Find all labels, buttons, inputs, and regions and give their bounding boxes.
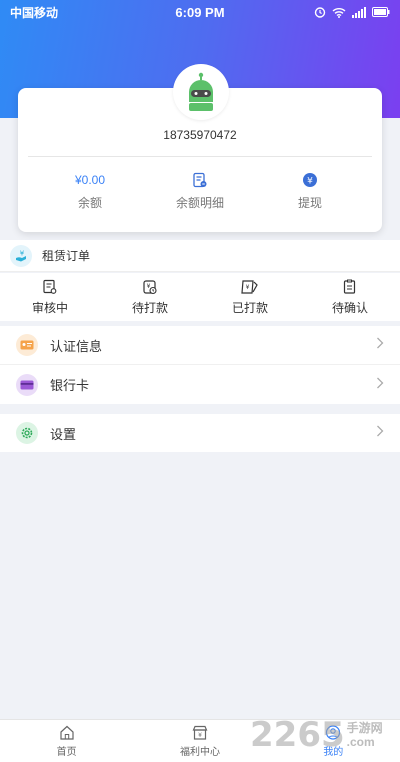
- chevron-right-icon: [376, 376, 384, 394]
- user-icon: [326, 724, 341, 740]
- pending-payment-icon: ¥: [143, 279, 157, 294]
- tab-label: 我的: [323, 746, 344, 758]
- status-label: 已打款: [231, 300, 268, 315]
- status-label: 待确认: [331, 300, 368, 315]
- bank-card-icon-wrap: [16, 373, 38, 396]
- id-card-icon-wrap: [16, 334, 38, 356]
- bank-card-icon: [20, 380, 34, 389]
- status-time: 6:09 PM: [175, 4, 225, 20]
- menu-item-bank-card[interactable]: 银行卡: [0, 365, 400, 404]
- menu-label: 银行卡: [50, 378, 90, 393]
- status-paid[interactable]: ¥ 已打款: [200, 273, 300, 321]
- tab-welfare-center[interactable]: ¥ 福利中心: [133, 720, 266, 762]
- card-divider: [28, 156, 372, 157]
- withdraw-item[interactable]: ¥ 提现: [255, 172, 365, 211]
- tab-label: 福利中心: [179, 746, 220, 758]
- gear-icon: [21, 427, 33, 439]
- chevron-right-icon: [376, 336, 384, 354]
- settings-section: 设置: [0, 414, 400, 452]
- status-reviewing[interactable]: 审核中: [0, 273, 100, 321]
- withdraw-label: 提现: [297, 196, 322, 210]
- gear-icon-wrap: [16, 422, 38, 444]
- robot-avatar-icon: [189, 72, 213, 111]
- phone-number: 18735970472: [163, 128, 237, 142]
- avatar[interactable]: [173, 64, 229, 120]
- home-icon: [60, 725, 74, 740]
- order-status-row: 审核中 ¥ 待打款 ¥ 已打款 待确认: [0, 273, 400, 321]
- status-pending-payment[interactable]: ¥ 待打款: [100, 273, 200, 321]
- withdraw-icon: ¥: [303, 173, 317, 187]
- paid-icon: ¥: [241, 279, 258, 294]
- tab-home[interactable]: 首页: [0, 720, 133, 762]
- svg-text:¥: ¥: [20, 249, 25, 257]
- svg-text:¥: ¥: [147, 283, 151, 290]
- balance-detail-icon: [193, 172, 207, 188]
- rental-orders-header[interactable]: ¥ 租赁订单: [0, 240, 400, 272]
- status-to-confirm[interactable]: 待确认: [300, 273, 400, 321]
- balance-detail-item[interactable]: 余额明细: [145, 172, 255, 211]
- svg-text:¥: ¥: [246, 284, 250, 291]
- balance-item[interactable]: ¥0.00 余额: [35, 172, 145, 211]
- review-icon: [43, 279, 57, 294]
- svg-text:¥: ¥: [198, 732, 202, 739]
- tab-label: 首页: [56, 746, 77, 758]
- rental-orders-title: 租赁订单: [42, 249, 91, 263]
- rental-order-icon: ¥: [16, 249, 26, 261]
- balance-value: ¥0.00: [74, 173, 106, 187]
- id-card-icon: [20, 340, 34, 350]
- rental-icon-wrap: ¥: [10, 244, 32, 267]
- status-bar: 中国移动 6:09 PM: [0, 0, 400, 24]
- menu-label: 认证信息: [50, 338, 103, 354]
- chevron-right-icon: [376, 424, 384, 442]
- welfare-store-icon: ¥: [192, 725, 208, 740]
- account-menu: 认证信息 银行卡: [0, 326, 400, 404]
- svg-text:¥: ¥: [307, 177, 313, 187]
- menu-item-certification[interactable]: 认证信息: [0, 326, 400, 365]
- balance-detail-label: 余额明细: [175, 196, 224, 210]
- status-label: 审核中: [31, 300, 68, 315]
- to-confirm-icon: [343, 279, 356, 294]
- balance-label: 余额: [77, 196, 102, 210]
- bottom-tab-bar: 首页 ¥ 福利中心 我的: [0, 719, 400, 762]
- menu-item-settings[interactable]: 设置: [0, 414, 400, 452]
- settings-label: 设置: [50, 426, 77, 442]
- status-label: 待打款: [131, 300, 168, 315]
- tab-mine[interactable]: 我的: [267, 720, 400, 762]
